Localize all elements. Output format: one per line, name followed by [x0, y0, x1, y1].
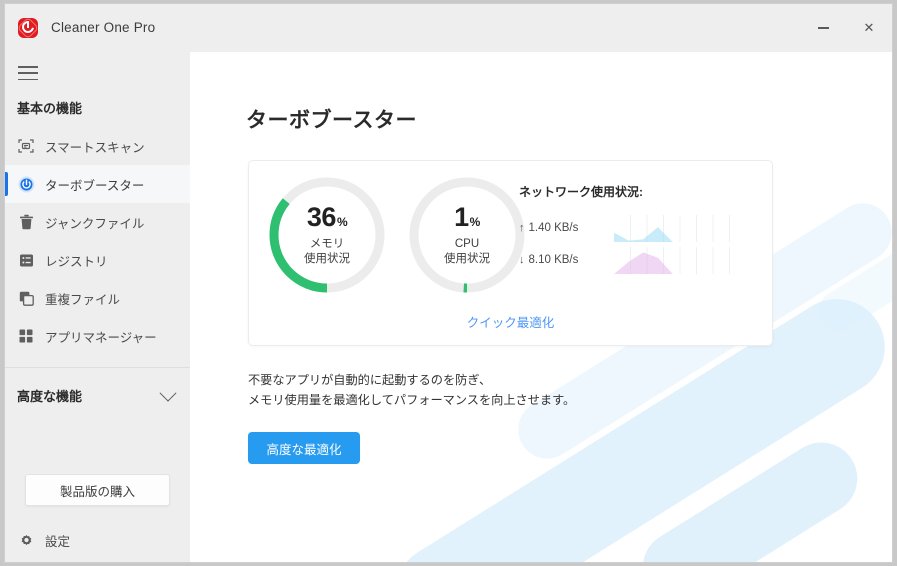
- sidebar-item-label: ターボブースター: [45, 175, 144, 194]
- network-download-label: ↓ 8.10 KB/s: [519, 254, 614, 266]
- sidebar-item-label: 重複ファイル: [45, 289, 120, 308]
- cpu-usage-gauge: 1% CPU 使用状況: [407, 175, 527, 295]
- close-button[interactable]: ✕: [846, 4, 892, 52]
- network-upload-row: ↑ 1.40 KB/s: [519, 212, 759, 244]
- memory-gauge-value: 36%: [307, 204, 347, 231]
- network-upload-graph: [614, 215, 746, 242]
- sidebar-spacer: [5, 415, 190, 474]
- chevron-down-icon: [160, 384, 177, 401]
- cpu-gauge-number: 1: [454, 202, 469, 232]
- sidebar-section-advanced[interactable]: 高度な機能: [5, 368, 190, 415]
- trash-icon: [17, 213, 35, 231]
- app-title: Cleaner One Pro: [51, 20, 155, 35]
- description-line-2: メモリ使用量を最適化してパフォーマンスを向上させます。: [248, 390, 575, 410]
- cleaner-one-logo-icon: [17, 17, 39, 39]
- quick-optimize-link[interactable]: クイック最適化: [249, 312, 772, 331]
- sidebar-item-label: アプリマネージャー: [45, 327, 157, 346]
- sidebar-item-label: レジストリ: [45, 251, 108, 270]
- status-card: 36% メモリ 使用状況: [248, 160, 773, 346]
- cpu-gauge-label-line2: 使用状況: [444, 252, 490, 266]
- memory-gauge-label: メモリ 使用状況: [304, 237, 350, 266]
- hamburger-icon[interactable]: [18, 66, 38, 80]
- memory-gauge-label-line2: 使用状況: [304, 252, 350, 266]
- gear-icon: [17, 531, 35, 549]
- sidebar-section-advanced-label: 高度な機能: [17, 386, 82, 405]
- cpu-gauge-label-line1: CPU: [444, 237, 490, 251]
- cpu-gauge-label: CPU 使用状況: [444, 237, 490, 266]
- window-controls: ✕: [800, 4, 892, 52]
- memory-gauge-number: 36: [307, 202, 336, 232]
- sidebar: 基本の機能 スマートスキャン: [5, 52, 190, 562]
- memory-gauge-label-line1: メモリ: [304, 237, 350, 251]
- main-content: ターボブースター 36% メモリ: [190, 52, 892, 562]
- network-usage-title: ネットワーク使用状況:: [519, 183, 759, 200]
- network-usage-block: ネットワーク使用状況: ↑ 1.40 KB/s ↓ 8.10 KB/s: [519, 183, 759, 276]
- memory-usage-gauge: 36% メモリ 使用状況: [267, 175, 387, 295]
- minimize-button[interactable]: [800, 4, 846, 52]
- sidebar-item-smart-scan[interactable]: スマートスキャン: [5, 127, 190, 165]
- registry-icon: [17, 251, 35, 269]
- window-body: 基本の機能 スマートスキャン: [5, 52, 892, 562]
- turbo-boost-icon: [17, 175, 35, 193]
- sidebar-item-label: ジャンクファイル: [45, 213, 144, 232]
- sidebar-item-app-manager[interactable]: アプリマネージャー: [5, 317, 190, 355]
- upload-arrow-icon: ↑: [519, 222, 525, 234]
- settings-label: 設定: [45, 531, 70, 550]
- sidebar-item-junk-files[interactable]: ジャンクファイル: [5, 203, 190, 241]
- memory-gauge-percent-symbol: %: [337, 215, 347, 229]
- sidebar-section-basic: 基本の機能: [5, 80, 190, 127]
- gauge-group: 36% メモリ 使用状況: [267, 175, 527, 295]
- network-upload-value: 1.40 KB/s: [529, 222, 579, 234]
- network-upload-label: ↑ 1.40 KB/s: [519, 222, 614, 234]
- application-window: Cleaner One Pro ✕ 基本の機能 スマートスキャン: [4, 3, 893, 563]
- download-arrow-icon: ↓: [519, 254, 525, 266]
- sidebar-item-settings[interactable]: 設定: [5, 518, 190, 562]
- description-line-1: 不要なアプリが自動的に起動するのを防ぎ、: [248, 370, 575, 390]
- smart-scan-icon: [17, 137, 35, 155]
- sidebar-item-duplicate-files[interactable]: 重複ファイル: [5, 279, 190, 317]
- advanced-optimize-button[interactable]: 高度な最適化: [248, 432, 360, 464]
- sidebar-item-turbo-boost[interactable]: ターボブースター: [5, 165, 190, 203]
- title-bar: Cleaner One Pro ✕: [5, 4, 892, 52]
- page-title: ターボブースター: [246, 104, 417, 134]
- cpu-gauge-percent-symbol: %: [470, 215, 480, 229]
- description-text: 不要なアプリが自動的に起動するのを防ぎ、 メモリ使用量を最適化してパフォーマンス…: [248, 370, 575, 410]
- buy-pro-button[interactable]: 製品版の購入: [25, 474, 170, 506]
- sidebar-item-registry[interactable]: レジストリ: [5, 241, 190, 279]
- cpu-gauge-value: 1%: [454, 204, 480, 231]
- duplicate-files-icon: [17, 289, 35, 307]
- app-manager-icon: [17, 327, 35, 345]
- network-download-row: ↓ 8.10 KB/s: [519, 244, 759, 276]
- sidebar-item-label: スマートスキャン: [45, 137, 145, 156]
- network-download-value: 8.10 KB/s: [529, 254, 579, 266]
- network-download-graph: [614, 247, 746, 274]
